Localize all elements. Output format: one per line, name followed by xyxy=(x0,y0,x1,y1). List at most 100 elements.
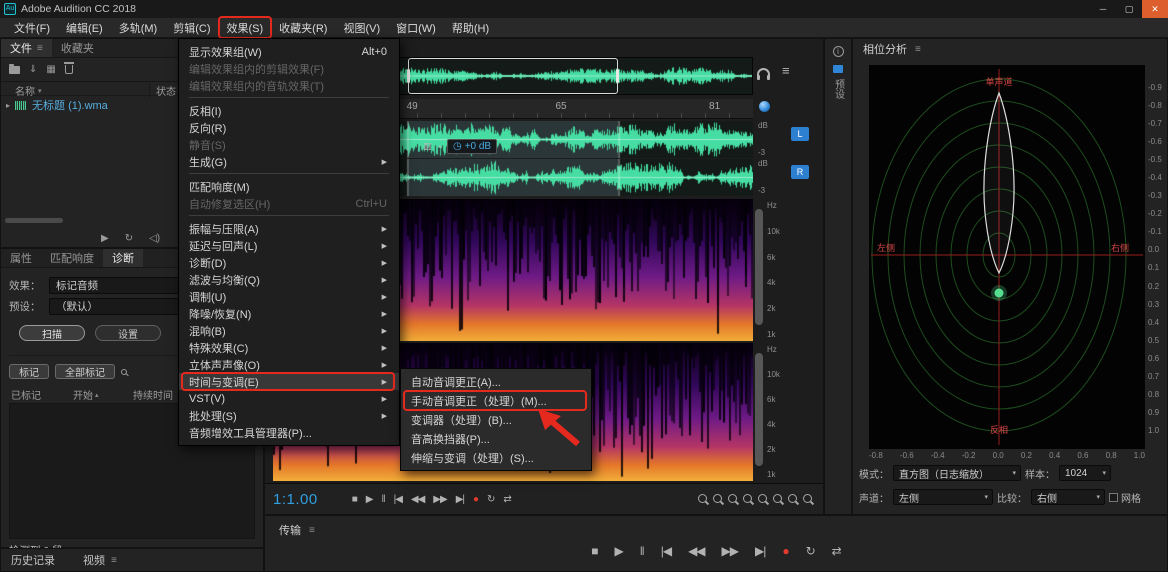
play-button[interactable]: ▶ xyxy=(615,544,623,558)
menubar-item-window[interactable]: 窗口(W) xyxy=(388,18,444,37)
zoom-to-selection-button[interactable] xyxy=(787,493,800,506)
effects-menu-item[interactable]: 延迟与回声(L)▶ xyxy=(179,237,399,254)
zoom-in-time-button[interactable] xyxy=(697,493,710,506)
zoom-full-button[interactable] xyxy=(802,493,815,506)
panel-menu-icon[interactable]: ≡ xyxy=(309,525,315,536)
range-left-handle[interactable] xyxy=(407,69,410,83)
column-name[interactable]: 名称 ▾ xyxy=(15,83,42,98)
info-icon[interactable]: i xyxy=(833,46,844,57)
stop-button[interactable]: ■ xyxy=(352,494,357,505)
menubar-item-view[interactable]: 视图(V) xyxy=(335,18,388,37)
preview-play-button[interactable]: ▶ xyxy=(101,233,109,244)
record-button[interactable]: ● xyxy=(473,494,478,505)
skip-to-end-button[interactable]: ▶| xyxy=(456,494,464,505)
search-icon[interactable] xyxy=(121,369,127,375)
vertical-scrollbar[interactable] xyxy=(755,209,763,325)
rewind-button[interactable]: ◀◀ xyxy=(411,494,424,505)
settings-button[interactable]: 设置 xyxy=(95,325,161,341)
loop-playback-button[interactable]: ↻ xyxy=(487,494,494,505)
mode-select[interactable]: 直方图（日志缩放） ▾ xyxy=(893,465,1021,481)
presets-collapsed-tab[interactable]: 预设 xyxy=(831,79,846,99)
open-file-icon[interactable] xyxy=(9,66,20,74)
overview-range-selector[interactable] xyxy=(408,58,618,94)
loop-playback-button[interactable]: ↻ xyxy=(806,544,815,558)
skip-to-start-button[interactable]: |◀ xyxy=(661,544,671,558)
samples-select[interactable]: 1024 ▾ xyxy=(1059,465,1111,481)
phase-scope[interactable]: 单声道 左侧 右侧 反相 xyxy=(869,65,1145,449)
panel-menu-icon[interactable]: ≡ xyxy=(111,555,117,566)
vertical-scrollbar[interactable] xyxy=(755,353,763,466)
effects-menu-item[interactable]: 批处理(S)▶ xyxy=(179,407,399,424)
grid-toggle[interactable]: 网格 xyxy=(1109,490,1143,505)
right-channel-button[interactable]: R xyxy=(791,165,809,179)
panel-icon[interactable] xyxy=(833,65,843,73)
effects-menu-item[interactable]: 降噪/恢复(N)▶ xyxy=(179,305,399,322)
zoom-out-time-button[interactable] xyxy=(712,493,725,506)
pitch-submenu-item[interactable]: 伸缩与变调（处理）(S)... xyxy=(401,448,591,467)
horizontal-scrollbar[interactable] xyxy=(5,218,63,223)
zoom-in-amplitude-button[interactable] xyxy=(727,493,740,506)
shuttle-button[interactable]: ⇄ xyxy=(503,494,510,505)
spectral-display-icon[interactable]: ▥ xyxy=(423,141,432,152)
trash-icon[interactable] xyxy=(65,65,73,74)
play-button[interactable]: ▶ xyxy=(366,494,373,505)
zoom-to-out-point-button[interactable] xyxy=(772,493,785,506)
fast-forward-button[interactable]: ▶▶ xyxy=(433,494,446,505)
tab-files[interactable]: 文件 ≡ xyxy=(1,39,52,57)
hud-gain-control[interactable]: ◷ +0 dB xyxy=(447,139,497,154)
expand-chevron-icon[interactable]: ▸ xyxy=(6,101,10,110)
compare-select[interactable]: 右侧 ▾ xyxy=(1031,489,1105,505)
channel-select[interactable]: 左侧 ▾ xyxy=(893,489,993,505)
tab-properties[interactable]: 属性 xyxy=(1,249,41,267)
effects-menu-item[interactable]: 编辑效果组内的剪辑效果(F) xyxy=(179,60,399,77)
menubar-item-edit[interactable]: 编辑(E) xyxy=(58,18,111,37)
minimize-button[interactable]: ─ xyxy=(1090,0,1116,18)
shuttle-button[interactable]: ⇄ xyxy=(832,544,841,558)
menubar-item-help[interactable]: 帮助(H) xyxy=(444,18,497,37)
tab-match-loudness[interactable]: 匹配响度 xyxy=(41,249,103,267)
effects-menu-item[interactable]: 静音(S) xyxy=(179,136,399,153)
menubar-item-effects[interactable]: 效果(S) xyxy=(219,18,272,37)
grid-checkbox[interactable] xyxy=(1109,493,1118,502)
effects-menu-item[interactable]: 生成(G)▶ xyxy=(179,153,399,170)
left-channel-button[interactable]: L xyxy=(791,127,809,141)
tab-history[interactable]: 历史记录 xyxy=(11,552,55,568)
mark-all-button[interactable]: 全部标记 xyxy=(55,364,115,379)
effects-menu-item[interactable]: 自动修复选区(H)Ctrl+U xyxy=(179,195,399,212)
mark-button[interactable]: 标记 xyxy=(9,364,49,379)
column-start[interactable]: 开始 ▴ xyxy=(73,387,99,402)
panel-menu-icon[interactable]: ≡ xyxy=(37,43,43,54)
pause-button[interactable]: ‖ xyxy=(381,494,384,505)
tab-favorites[interactable]: 收藏夹 xyxy=(52,39,103,57)
skip-to-start-button[interactable]: |◀ xyxy=(394,494,402,505)
menubar-item-clip[interactable]: 剪辑(C) xyxy=(165,18,218,37)
effects-menu-item[interactable]: 时间与变调(E)▶ xyxy=(179,373,399,390)
column-marked[interactable]: 已标记 xyxy=(11,387,41,402)
column-duration[interactable]: 持续时间 xyxy=(133,387,173,402)
list-icon[interactable]: ≡ xyxy=(782,63,790,78)
heads-up-display[interactable]: ▥ ◔ ◷ +0 dB xyxy=(423,139,497,154)
effects-menu-item[interactable]: 反相(I) xyxy=(179,102,399,119)
import-file-icon[interactable]: ⇓ xyxy=(29,64,37,75)
media-browser-icon[interactable]: ▦ xyxy=(46,64,55,75)
effects-menu-item[interactable]: 振幅与压限(A)▶ xyxy=(179,220,399,237)
effects-menu-item[interactable]: 诊断(D)▶ xyxy=(179,254,399,271)
effects-menu-item[interactable]: 编辑效果组内的音轨效果(T) xyxy=(179,77,399,94)
effects-menu-item[interactable]: 显示效果组(W)Alt+0 xyxy=(179,43,399,60)
menubar-item-multitrack[interactable]: 多轨(M) xyxy=(111,18,166,37)
preview-loop-button[interactable]: ↻ xyxy=(125,233,133,244)
tab-video[interactable]: 视频 ≡ xyxy=(83,552,117,568)
pitch-submenu-item[interactable]: 自动音调更正(A)... xyxy=(401,372,591,391)
zoom-out-amplitude-button[interactable] xyxy=(742,493,755,506)
globe-icon[interactable] xyxy=(759,101,770,112)
effects-menu-item[interactable]: 音频增效工具管理器(P)... xyxy=(179,424,399,441)
headphones-icon[interactable] xyxy=(757,68,770,77)
menubar-item-file[interactable]: 文件(F) xyxy=(6,18,58,37)
rewind-button[interactable]: ◀◀ xyxy=(688,544,704,558)
effects-menu-item[interactable]: 滤波与均衡(Q)▶ xyxy=(179,271,399,288)
skip-to-end-button[interactable]: ▶| xyxy=(755,544,765,558)
preview-volume-icon[interactable]: ◁) xyxy=(149,233,160,244)
maximize-button[interactable]: ▢ xyxy=(1116,0,1142,18)
column-status[interactable]: 状态 xyxy=(149,83,176,98)
effects-menu-item[interactable]: 反向(R) xyxy=(179,119,399,136)
